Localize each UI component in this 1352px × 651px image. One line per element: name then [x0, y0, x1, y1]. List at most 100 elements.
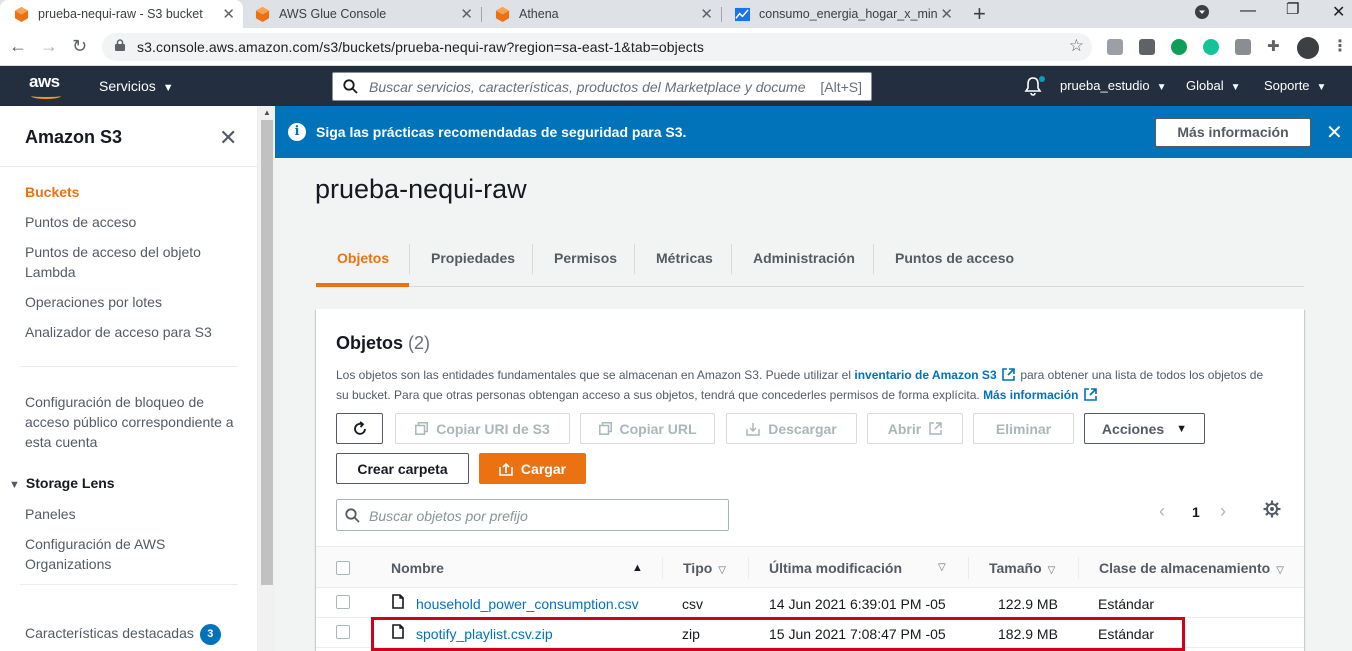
open-button[interactable]: Abrir: [867, 413, 963, 444]
tab-search-icon[interactable]: [1195, 5, 1209, 24]
aws-logo[interactable]: aws: [29, 72, 61, 99]
region-menu[interactable]: Global ▼: [1186, 78, 1240, 93]
close-banner-icon[interactable]: ✕: [1326, 120, 1343, 145]
search-icon: [343, 79, 358, 94]
objects-table-header: Nombre ▲ Tipo ▽ Última modificación ▽ Tam…: [316, 546, 1304, 588]
sort-icon: ▽: [938, 562, 946, 573]
close-sidebar-icon[interactable]: ✕: [219, 125, 237, 151]
actions-dropdown[interactable]: Acciones ▼: [1084, 413, 1205, 444]
browser-menu-icon[interactable]: ⋮: [1332, 36, 1348, 55]
sidebar-item-aws-organizations[interactable]: Configuración de AWS Organizations: [25, 534, 235, 574]
extension-icon[interactable]: [1139, 39, 1155, 55]
bookmark-star-icon[interactable]: ☆: [1069, 36, 1084, 56]
storage-lens-section[interactable]: ▼ Storage Lens: [9, 475, 115, 491]
page-title: prueba-nequi-raw: [315, 174, 527, 204]
more-info-button[interactable]: Más información: [1155, 118, 1311, 147]
column-name[interactable]: Nombre: [391, 560, 444, 576]
column-size[interactable]: Tamaño ▽: [989, 560, 1055, 576]
forward-icon[interactable]: →: [40, 36, 58, 57]
refresh-button[interactable]: [336, 413, 383, 444]
grammarly-icon[interactable]: [1203, 39, 1219, 55]
support-menu[interactable]: Soporte ▼: [1264, 78, 1326, 93]
download-button[interactable]: Descargar: [726, 413, 857, 444]
avatar[interactable]: [1297, 37, 1319, 59]
close-window-icon[interactable]: ✕: [1332, 2, 1345, 22]
gear-icon[interactable]: [1263, 500, 1281, 521]
back-icon[interactable]: ←: [9, 36, 27, 57]
column-storage-class[interactable]: Clase de almacenamiento ▽: [1099, 560, 1284, 576]
aws-search-input[interactable]: Buscar servicios, características, produ…: [332, 72, 872, 101]
sidebar-item-access-points[interactable]: Puntos de acceso: [25, 212, 235, 232]
select-all-checkbox[interactable]: [336, 561, 350, 575]
upload-button[interactable]: Cargar: [479, 453, 586, 484]
extension-icon[interactable]: [1171, 39, 1187, 55]
services-menu[interactable]: Servicios ▼: [99, 78, 174, 94]
account-menu[interactable]: prueba_estudio ▼: [1060, 78, 1167, 93]
upload-icon: [499, 462, 513, 476]
browser-tab-athena[interactable]: Athena ✕: [481, 0, 721, 28]
sidebar-item-dashboards[interactable]: Paneles: [25, 504, 235, 524]
column-last-modified[interactable]: Última modificación: [769, 560, 902, 576]
sidebar-item-buckets[interactable]: Buckets: [25, 182, 235, 202]
sidebar-scrollbar[interactable]: ▲: [259, 106, 275, 651]
object-name-link[interactable]: spotify_playlist.csv.zip: [416, 626, 553, 642]
delete-button[interactable]: Eliminar: [973, 413, 1074, 444]
previous-page-icon[interactable]: ‹: [1159, 501, 1165, 522]
browser-tab-glue[interactable]: AWS Glue Console ✕: [241, 0, 481, 28]
sidebar-item-access-analyzer[interactable]: Analizador de acceso para S3: [25, 322, 235, 342]
sidebar-item-featured[interactable]: Características destacadas 3: [25, 623, 255, 645]
tab-objects[interactable]: Objetos: [337, 250, 389, 266]
copy-s3-uri-button[interactable]: Copiar URI de S3: [395, 413, 570, 444]
row-checkbox[interactable]: [336, 595, 350, 609]
close-tab-icon[interactable]: ✕: [460, 5, 473, 23]
reload-icon[interactable]: ↻: [72, 36, 87, 57]
tab-permissions[interactable]: Permisos: [554, 250, 617, 266]
tab-management[interactable]: Administración: [753, 250, 855, 266]
address-bar[interactable]: s3.console.aws.amazon.com/s3/buckets/pru…: [102, 33, 1092, 61]
minimize-icon[interactable]: —: [1240, 2, 1256, 20]
browser-tab-chart[interactable]: consumo_energia_hogar_x_min a ✕: [721, 0, 961, 28]
new-tab-icon[interactable]: +: [973, 1, 986, 27]
caret-down-icon: ▼: [1316, 82, 1327, 93]
tab-access-points[interactable]: Puntos de acceso: [895, 250, 1014, 266]
browser-tab-s3[interactable]: prueba-nequi-raw - S3 bucket ✕: [0, 0, 243, 28]
restore-icon[interactable]: ❐: [1286, 0, 1299, 18]
next-page-icon[interactable]: ›: [1220, 501, 1226, 522]
download-icon: [746, 422, 760, 436]
more-info-link[interactable]: Más información: [983, 388, 1078, 402]
sidebar-item-batch-operations[interactable]: Operaciones por lotes: [25, 292, 235, 312]
object-name-link[interactable]: household_power_consumption.csv: [416, 596, 639, 612]
main-content: i Siga las prácticas recomendadas de seg…: [275, 106, 1352, 651]
pdf-extension-icon[interactable]: [1235, 39, 1251, 55]
notifications-bell-icon[interactable]: [1024, 76, 1045, 99]
close-tab-icon[interactable]: ✕: [222, 5, 235, 23]
extensions-puzzle-icon[interactable]: ✚: [1267, 37, 1283, 55]
object-modified: 15 Jun 2021 7:08:47 PM -05: [769, 626, 946, 642]
extension-icon[interactable]: [1107, 39, 1123, 55]
table-row[interactable]: spotify_playlist.csv.zip zip 15 Jun 2021…: [316, 618, 1304, 648]
close-tab-icon[interactable]: ✕: [940, 5, 953, 23]
object-type: csv: [682, 596, 703, 612]
sort-icon: ▽: [718, 565, 726, 576]
sidebar-item-lambda-access-points[interactable]: Puntos de acceso del objeto Lambda: [25, 242, 235, 282]
close-tab-icon[interactable]: ✕: [700, 5, 713, 23]
table-row[interactable]: household_power_consumption.csv csv 14 J…: [316, 588, 1304, 618]
copy-url-button[interactable]: Copiar URL: [580, 413, 715, 444]
current-page[interactable]: 1: [1192, 504, 1200, 520]
tab-metrics[interactable]: Métricas: [656, 250, 713, 266]
object-storage-class: Estándar: [1098, 626, 1155, 642]
prefix-search-input[interactable]: Buscar objetos por prefijo: [336, 499, 729, 531]
aws-service-icon: [255, 6, 270, 22]
sort-ascending-icon[interactable]: ▲: [632, 562, 643, 574]
aws-top-nav: aws Servicios ▼ Buscar servicios, caract…: [0, 66, 1352, 106]
copy-icon: [415, 422, 429, 435]
object-size: 182.9 MB: [998, 626, 1058, 642]
inventory-link[interactable]: inventario de Amazon S3: [854, 368, 996, 382]
tab-properties[interactable]: Propiedades: [431, 250, 515, 266]
sidebar-item-block-public-access[interactable]: Configuración de bloqueo de acceso públi…: [25, 392, 235, 452]
external-link-icon: [1002, 368, 1015, 381]
create-folder-button[interactable]: Crear carpeta: [336, 453, 469, 484]
row-checkbox[interactable]: [336, 625, 350, 639]
column-type[interactable]: Tipo ▽: [683, 560, 726, 576]
file-icon: [392, 624, 404, 639]
